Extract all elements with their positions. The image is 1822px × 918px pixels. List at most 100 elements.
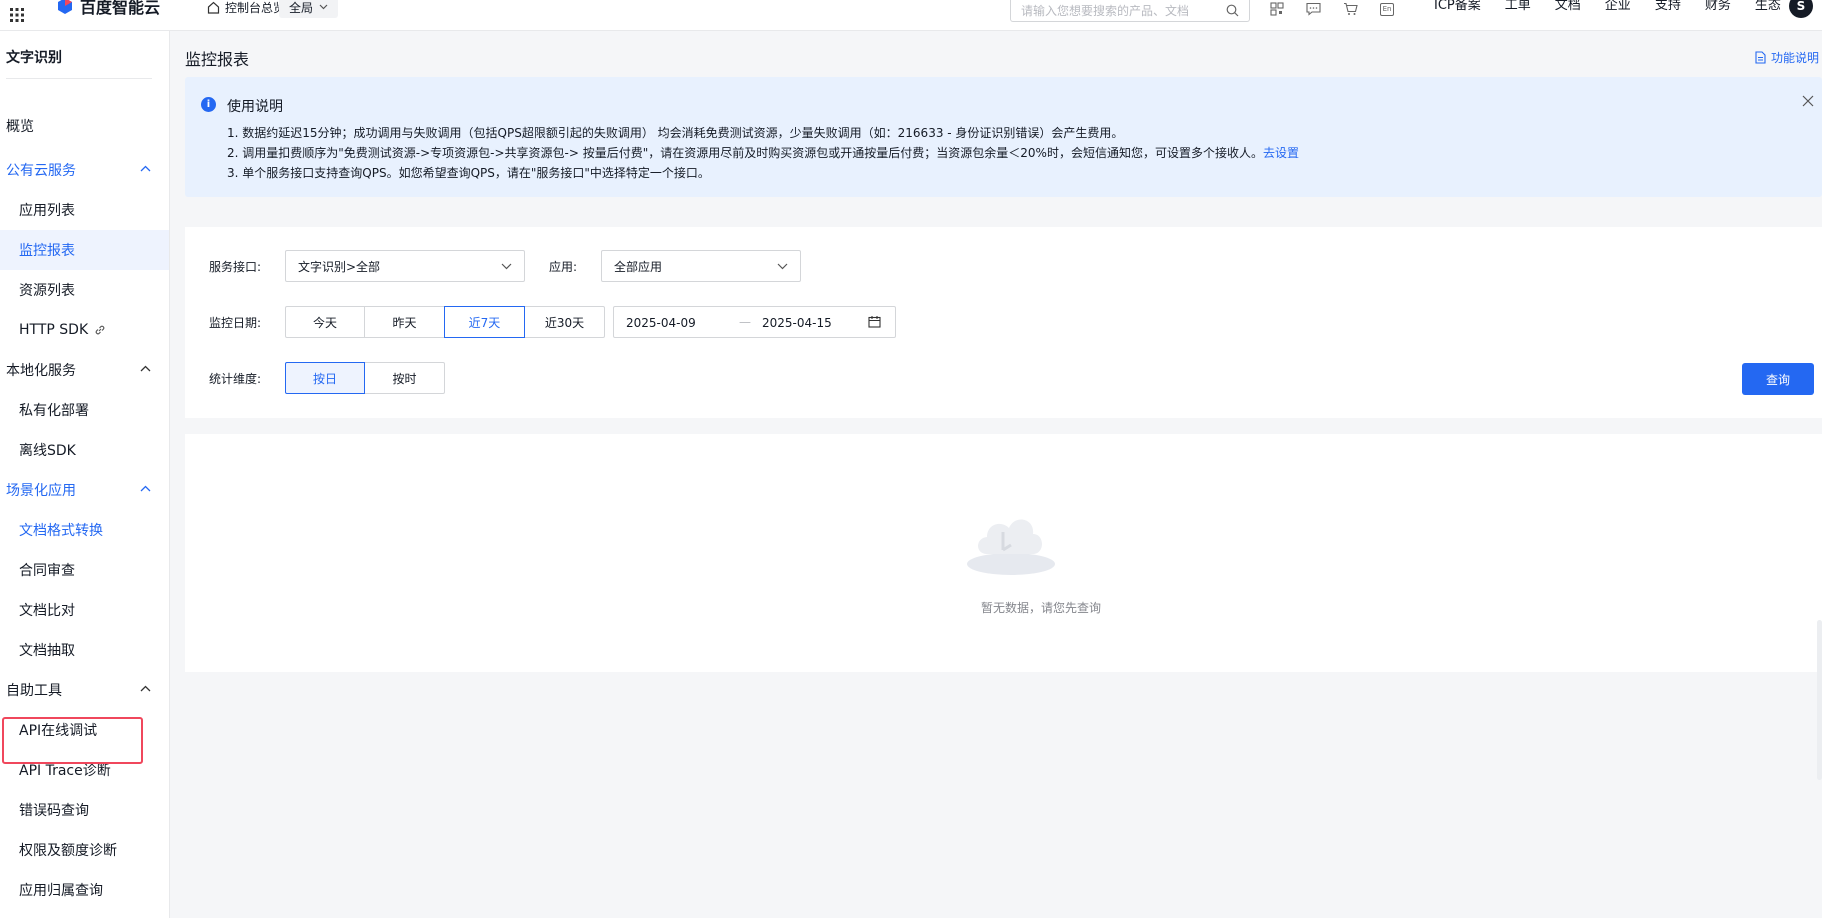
dimension-option-hour[interactable]: 按时 bbox=[364, 362, 445, 394]
dimension-options: 按日 按时 bbox=[285, 362, 445, 394]
usage-notice: i 使用说明 1. 数据约延迟15分钟；成功调用与失败调用（包括QPS超限额引起… bbox=[185, 77, 1822, 197]
service-select-value: 文字识别>全部 bbox=[298, 259, 381, 274]
dimension-option-day[interactable]: 按日 bbox=[285, 362, 365, 394]
date-label: 监控日期: bbox=[209, 316, 262, 330]
top-menu-enterprise[interactable]: 企业 bbox=[1605, 0, 1631, 14]
sidebar-item-label: 文档格式转换 bbox=[19, 523, 103, 539]
sidebar-group-public-cloud[interactable]: 公有云服务 bbox=[0, 150, 169, 190]
sidebar-item-app-ownership[interactable]: 应用归属查询 bbox=[0, 870, 169, 910]
dimension-label: 统计维度: bbox=[209, 372, 262, 386]
sidebar-item-label: 文档比对 bbox=[19, 603, 75, 619]
sidebar-divider bbox=[6, 78, 152, 79]
sidebar-item-label: 离线SDK bbox=[19, 443, 76, 459]
sidebar-item-doc-compare[interactable]: 文档比对 bbox=[0, 590, 169, 630]
message-icon[interactable] bbox=[1306, 2, 1321, 16]
sidebar-item-http-sdk[interactable]: HTTP SDK bbox=[0, 310, 169, 350]
app-select-value: 全部应用 bbox=[614, 259, 663, 274]
external-link-icon bbox=[95, 325, 105, 335]
home-icon bbox=[207, 1, 220, 14]
scope-value: 全局 bbox=[289, 0, 314, 15]
chevron-up-icon bbox=[140, 365, 151, 372]
help-link[interactable]: 功能说明 bbox=[1755, 49, 1819, 66]
notice-line-3: 3. 单个服务接口支持查询QPS。如您希望查询QPS，请在"服务接口"中选择特定… bbox=[227, 166, 710, 180]
user-avatar[interactable]: S bbox=[1789, 0, 1813, 18]
chevron-up-icon bbox=[140, 685, 151, 692]
console-home-link[interactable]: 控制台总览 bbox=[207, 0, 285, 16]
service-label: 服务接口: bbox=[209, 260, 262, 274]
app-select[interactable]: 全部应用 bbox=[601, 250, 801, 282]
date-quick-options: 今天 昨天 近7天 近30天 bbox=[285, 306, 605, 338]
top-tool-icons: En bbox=[1270, 0, 1394, 18]
global-search-input[interactable]: 请输入您想要搜索的产品、文档 bbox=[1010, 0, 1250, 22]
sidebar-title: 文字识别 bbox=[6, 50, 62, 66]
grid-icon bbox=[10, 8, 24, 22]
language-icon[interactable]: En bbox=[1380, 2, 1394, 16]
date-range-picker[interactable]: 2025-04-09 — 2025-04-15 bbox=[613, 306, 896, 338]
query-button[interactable]: 查询 bbox=[1742, 363, 1814, 395]
sidebar-item-resource-list[interactable]: 资源列表 bbox=[0, 270, 169, 310]
sidebar-item-contract-review[interactable]: 合同审查 bbox=[0, 550, 169, 590]
top-menu-icp[interactable]: ICP备案 bbox=[1434, 0, 1481, 14]
calendar-icon bbox=[868, 316, 881, 328]
brand-logo-icon bbox=[58, 0, 72, 14]
global-search-placeholder: 请输入您想要搜索的产品、文档 bbox=[1021, 4, 1190, 18]
sidebar-item-label: 私有化部署 bbox=[19, 403, 89, 419]
top-menu-ticket[interactable]: 工单 bbox=[1505, 0, 1531, 14]
sidebar-item-overview[interactable]: 概览 bbox=[0, 106, 169, 146]
chevron-down-icon bbox=[319, 4, 328, 10]
app-label: 应用: bbox=[549, 260, 578, 274]
sidebar-item-offline-sdk[interactable]: 离线SDK bbox=[0, 430, 169, 470]
document-icon bbox=[1755, 51, 1766, 64]
sidebar-item-label: 合同审查 bbox=[19, 563, 75, 579]
search-icon[interactable] bbox=[1226, 4, 1239, 17]
top-menu-finance[interactable]: 财务 bbox=[1705, 0, 1731, 14]
date-option-today[interactable]: 今天 bbox=[285, 306, 365, 338]
sidebar-item-app-list[interactable]: 应用列表 bbox=[0, 190, 169, 230]
filter-panel: 服务接口: 文字识别>全部 应用: 全部应用 监控日期: 今天 昨天 近7天 近… bbox=[185, 227, 1822, 418]
sidebar-item-permission-diagnosis[interactable]: 权限及额度诊断 bbox=[0, 830, 169, 870]
top-menu-support[interactable]: 支持 bbox=[1655, 0, 1681, 14]
chevron-down-icon bbox=[777, 263, 788, 269]
sidebar-item-doc-extract[interactable]: 文档抽取 bbox=[0, 630, 169, 670]
sidebar-item-error-code[interactable]: 错误码查询 bbox=[0, 790, 169, 830]
sidebar-item-label: 权限及额度诊断 bbox=[19, 843, 117, 859]
sidebar-item-private-deploy[interactable]: 私有化部署 bbox=[0, 390, 169, 430]
sidebar-item-monitor-report[interactable]: 监控报表 bbox=[0, 230, 169, 270]
empty-state-text: 暂无数据，请您先查询 bbox=[980, 601, 1101, 615]
notice-title: 使用说明 bbox=[227, 99, 283, 115]
language-label: En bbox=[1382, 5, 1392, 13]
brand-logo[interactable]: 百度智能云 bbox=[56, 0, 160, 18]
sidebar-item-label: 应用列表 bbox=[19, 203, 75, 219]
settings-link[interactable]: 去设置 bbox=[1263, 146, 1299, 160]
sidebar-item-doc-convert[interactable]: 文档格式转换 bbox=[0, 510, 169, 550]
sidebar-group-scenario-app[interactable]: 场景化应用 bbox=[0, 470, 169, 510]
cart-icon[interactable] bbox=[1343, 2, 1358, 16]
help-link-label: 功能说明 bbox=[1771, 51, 1820, 65]
page-scrollbar[interactable] bbox=[1817, 620, 1822, 780]
sidebar-group-label: 自助工具 bbox=[6, 683, 62, 699]
date-option-7days[interactable]: 近7天 bbox=[444, 306, 525, 338]
top-navigation-bar: 百度智能云 控制台总览 全局 请输入您想要搜索的产品、文档 En ICP备案 工… bbox=[0, 0, 1822, 31]
scope-selector[interactable]: 全局 bbox=[279, 0, 339, 18]
sidebar-item-label: HTTP SDK bbox=[19, 322, 89, 338]
sidebar-item-label: 资源列表 bbox=[19, 283, 75, 299]
console-home-label: 控制台总览 bbox=[225, 1, 286, 15]
date-separator: — bbox=[739, 315, 751, 329]
close-icon[interactable] bbox=[1802, 95, 1814, 107]
info-icon: i bbox=[201, 97, 216, 112]
top-menu-ecosystem[interactable]: 生态 bbox=[1755, 0, 1781, 14]
sidebar-item-label: 概览 bbox=[6, 119, 34, 135]
sidebar-group-self-service[interactable]: 自助工具 bbox=[0, 670, 169, 710]
service-select[interactable]: 文字识别>全部 bbox=[285, 250, 525, 282]
qrcode-icon[interactable] bbox=[1270, 2, 1284, 16]
notice-line-2: 2. 调用量扣费顺序为"免费测试资源->专项资源包->共享资源包-> 按量后付费… bbox=[227, 144, 1299, 161]
top-menu-docs[interactable]: 文档 bbox=[1555, 0, 1581, 14]
notice-line-1: 1. 数据约延迟15分钟；成功调用与失败调用（包括QPS超限额引起的失败调用） … bbox=[227, 126, 1124, 140]
sidebar-group-local-service[interactable]: 本地化服务 bbox=[0, 350, 169, 390]
sidebar-item-label: 文档抽取 bbox=[19, 643, 75, 659]
grid-menu-button[interactable] bbox=[0, 0, 34, 31]
date-option-yesterday[interactable]: 昨天 bbox=[364, 306, 445, 338]
date-option-30days[interactable]: 近30天 bbox=[524, 306, 605, 338]
date-start: 2025-04-09 bbox=[626, 316, 696, 330]
sidebar-group-label: 公有云服务 bbox=[6, 163, 76, 179]
